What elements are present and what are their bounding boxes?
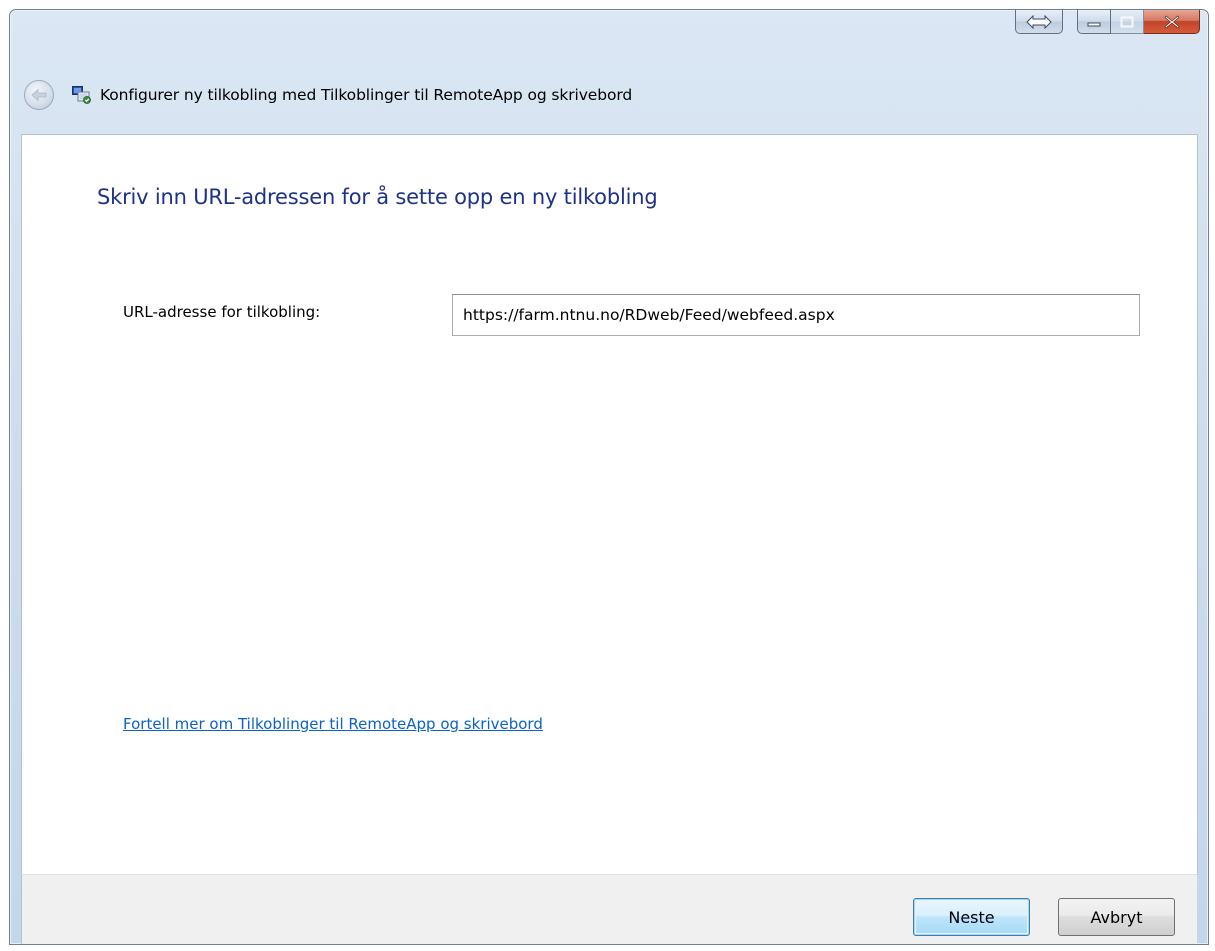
snap-button[interactable] (1015, 10, 1063, 34)
wizard-footer: Neste Avbryt (21, 874, 1197, 944)
caption-buttons (1015, 10, 1200, 36)
help-link[interactable]: Fortell mer om Tilkoblinger til RemoteAp… (123, 715, 543, 733)
wizard-header: Konfigurer ny tilkobling med Tilkoblinge… (24, 80, 632, 110)
url-input[interactable] (452, 294, 1140, 336)
next-button[interactable]: Neste (913, 898, 1030, 936)
remoteapp-connection-icon (72, 86, 92, 104)
close-button[interactable] (1144, 10, 1200, 34)
close-x-icon (1164, 15, 1179, 28)
main-instruction: Skriv inn URL-adressen for å sette opp e… (97, 185, 658, 209)
content-pane: Skriv inn URL-adressen for å sette opp e… (21, 134, 1198, 875)
maximize-button[interactable] (1111, 10, 1144, 34)
back-arrow-icon (31, 88, 47, 102)
wizard-window: Konfigurer ny tilkobling med Tilkoblinge… (9, 9, 1209, 945)
double-arrow-icon (1026, 14, 1052, 29)
minimize-button[interactable] (1077, 10, 1111, 34)
maximize-icon (1120, 16, 1134, 27)
wizard-title: Konfigurer ny tilkobling med Tilkoblinge… (100, 86, 633, 104)
minimize-icon (1087, 22, 1101, 26)
url-label: URL-adresse for tilkobling: (123, 303, 321, 321)
cancel-button[interactable]: Avbryt (1058, 898, 1175, 936)
back-button[interactable] (24, 80, 54, 110)
